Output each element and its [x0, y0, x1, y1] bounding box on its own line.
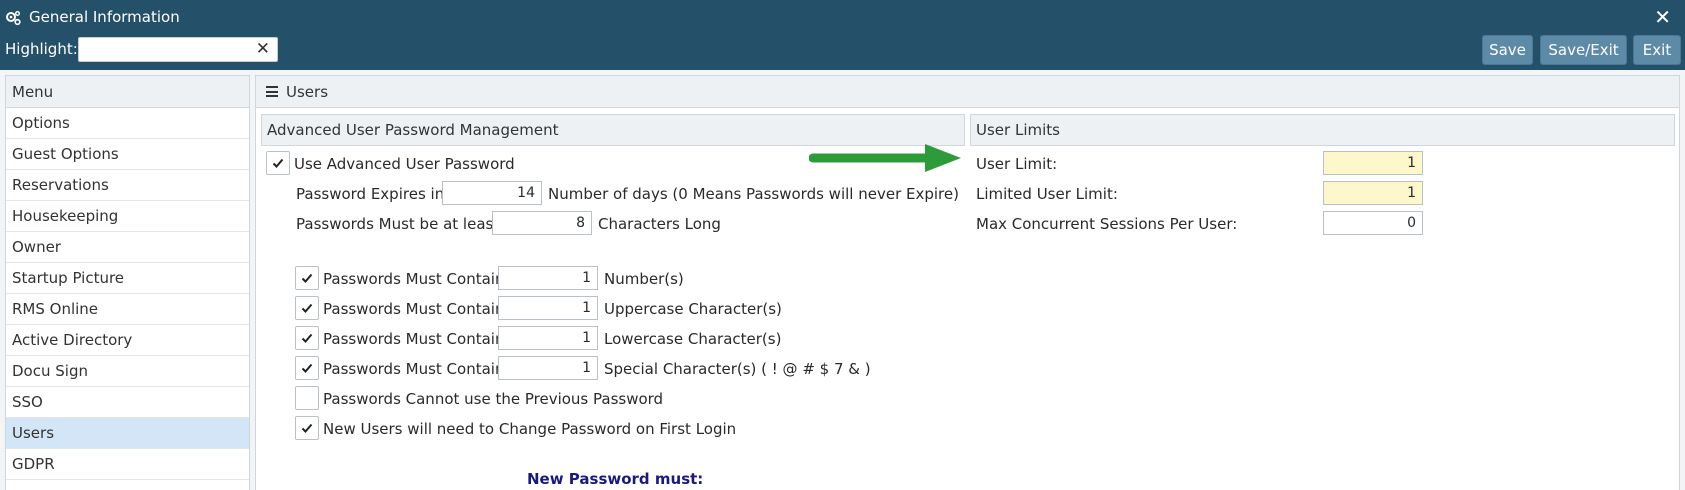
- menu-item-guest-options[interactable]: Guest Options: [6, 139, 249, 170]
- contain-lowercase-suffix: Lowercase Character(s): [604, 330, 782, 348]
- max-sessions-input[interactable]: 0: [1323, 211, 1423, 235]
- contain-numbers-label: Passwords Must Contain: [323, 270, 505, 288]
- exit-button[interactable]: Exit: [1633, 35, 1681, 65]
- menu-item-options[interactable]: Options: [6, 108, 249, 139]
- user-limit-label: User Limit:: [976, 155, 1058, 173]
- main-panel: Users Advanced User Password Management …: [255, 75, 1680, 490]
- min-length-suffix: Characters Long: [598, 215, 721, 233]
- change-first-login-label: New Users will need to Change Password o…: [323, 420, 737, 438]
- contain-lowercase-label: Passwords Must Contain: [323, 330, 505, 348]
- contain-lowercase-input[interactable]: 1: [498, 326, 598, 350]
- limited-user-limit-label: Limited User Limit:: [976, 185, 1118, 203]
- gears-icon: [6, 11, 21, 26]
- contain-special-label: Passwords Must Contain: [323, 360, 505, 378]
- menu-item-active-directory[interactable]: Active Directory: [6, 325, 249, 356]
- close-icon[interactable]: ✕: [1654, 6, 1671, 28]
- no-previous-password-checkbox[interactable]: [295, 386, 319, 410]
- title-bar: General Information ✕ Highlight: ✕ Save …: [0, 0, 1685, 70]
- contain-special-input[interactable]: 1: [498, 356, 598, 380]
- user-limit-input[interactable]: 1: [1323, 151, 1423, 175]
- contain-uppercase-input[interactable]: 1: [498, 296, 598, 320]
- max-sessions-label: Max Concurrent Sessions Per User:: [976, 215, 1238, 233]
- menu-item-owner[interactable]: Owner: [6, 232, 249, 263]
- contain-numbers-suffix: Number(s): [604, 270, 684, 288]
- menu-item-users[interactable]: Users: [6, 418, 249, 449]
- contain-uppercase-checkbox[interactable]: [295, 296, 319, 320]
- highlight-input[interactable]: [83, 38, 253, 60]
- contain-special-suffix: Special Character(s) ( ! @ # $ 7 & ): [604, 360, 871, 378]
- new-password-heading: New Password must:: [527, 470, 704, 488]
- check-icon: [301, 333, 313, 343]
- password-expires-suffix: Number of days (0 Means Passwords will n…: [548, 185, 959, 203]
- password-expires-label: Password Expires in: [296, 185, 445, 203]
- contain-lowercase-checkbox[interactable]: [295, 326, 319, 350]
- contain-uppercase-label: Passwords Must Contain: [323, 300, 505, 318]
- menu-item-startup-picture[interactable]: Startup Picture: [6, 263, 249, 294]
- page-title: Users: [286, 83, 329, 101]
- menu-item-sso[interactable]: SSO: [6, 387, 249, 418]
- check-icon: [301, 363, 313, 373]
- no-previous-password-label: Passwords Cannot use the Previous Passwo…: [323, 390, 664, 408]
- min-length-label: Passwords Must be at least: [296, 215, 500, 233]
- contain-uppercase-suffix: Uppercase Character(s): [604, 300, 782, 318]
- contain-special-checkbox[interactable]: [295, 356, 319, 380]
- use-advanced-password-checkbox[interactable]: [266, 151, 290, 175]
- menu-header: Menu: [6, 76, 249, 108]
- min-length-input[interactable]: 8: [492, 211, 592, 235]
- check-icon: [301, 303, 313, 313]
- menu-item-docu-sign[interactable]: Docu Sign: [6, 356, 249, 387]
- menu-item-gdpr[interactable]: GDPR: [6, 449, 249, 480]
- limited-user-limit-input[interactable]: 1: [1323, 181, 1423, 205]
- user-limits-header: User Limits: [970, 114, 1675, 146]
- hamburger-icon[interactable]: [266, 86, 278, 97]
- menu-item-reservations[interactable]: Reservations: [6, 170, 249, 201]
- save-button[interactable]: Save: [1482, 35, 1533, 65]
- main-header: Users: [256, 76, 1679, 108]
- check-icon: [272, 158, 284, 168]
- menu-item-housekeeping[interactable]: Housekeeping: [6, 201, 249, 232]
- save-exit-button[interactable]: Save/Exit: [1540, 35, 1627, 65]
- menu-panel: Menu Options Guest Options Reservations …: [5, 75, 250, 490]
- check-icon: [301, 273, 313, 283]
- clear-icon[interactable]: ✕: [256, 39, 270, 59]
- password-expires-input[interactable]: 14: [442, 181, 542, 205]
- contain-numbers-checkbox[interactable]: [295, 266, 319, 290]
- menu-item-rms-online[interactable]: RMS Online: [6, 294, 249, 325]
- green-arrow-icon: [809, 144, 961, 172]
- highlight-field: ✕: [78, 37, 278, 62]
- window-title: General Information: [29, 8, 180, 26]
- use-advanced-password-label: Use Advanced User Password: [294, 155, 515, 173]
- highlight-label: Highlight:: [5, 40, 78, 58]
- contain-numbers-input[interactable]: 1: [498, 266, 598, 290]
- check-icon: [301, 423, 313, 433]
- change-first-login-checkbox[interactable]: [295, 416, 319, 440]
